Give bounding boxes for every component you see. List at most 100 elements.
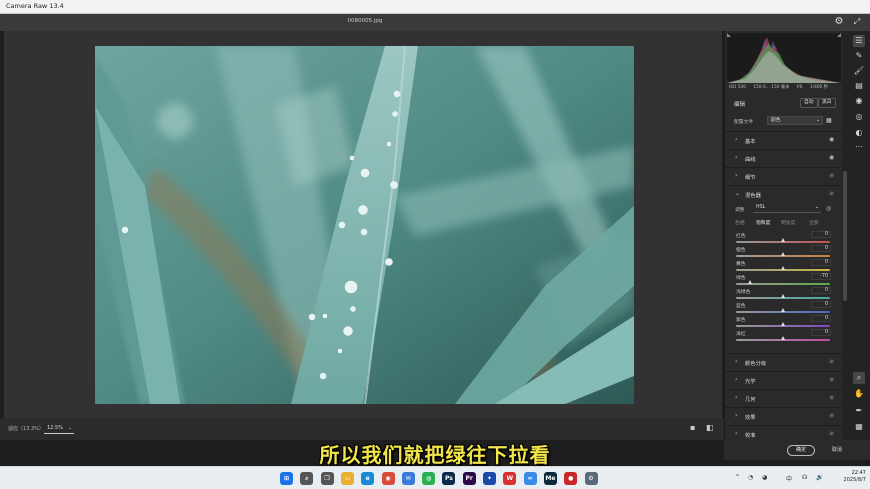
edit-sliders-icon[interactable]: ☰ — [853, 35, 865, 47]
slider-label: 红色 — [736, 234, 746, 239]
slider-value-field[interactable]: 0 — [811, 287, 831, 294]
settings-gear-icon[interactable]: ⚙ — [833, 16, 845, 28]
slider-row[interactable]: 洋红 0 — [725, 329, 843, 344]
black-white-button[interactable]: 黑白 — [818, 98, 836, 108]
section-detail[interactable]: › 细节 ◉ — [725, 167, 841, 183]
taskbar-search-icon[interactable]: ⌕ — [300, 472, 314, 485]
section-color-mixer[interactable]: ⌄ 混色器 ◉ — [725, 185, 841, 201]
slider-row[interactable]: 黄色 0 — [725, 259, 843, 274]
eye-icon[interactable]: ◉ — [829, 430, 834, 437]
auto-button[interactable]: 自动 — [800, 98, 818, 108]
mixer-adjust-select[interactable]: HSL ⌄ — [753, 204, 821, 213]
profile-browser-icon[interactable]: ▦ — [826, 117, 832, 124]
eye-icon[interactable]: ◉ — [829, 358, 834, 365]
taskbar-windows-start-icon[interactable]: ⊞ — [280, 472, 293, 485]
taskbar-mail-icon[interactable]: ✉ — [401, 472, 415, 485]
presets-icon[interactable]: ◐ — [853, 127, 865, 139]
filmstrip-icon[interactable]: ▪ — [690, 424, 698, 432]
slider-thumb[interactable] — [781, 322, 785, 326]
more-icon[interactable]: ⋯ — [853, 141, 865, 153]
slider-value-field[interactable]: 0 — [811, 301, 831, 308]
slider-thumb[interactable] — [781, 294, 785, 298]
slider-value-field[interactable]: 0 — [811, 245, 831, 252]
taskbar-app-cloud-icon[interactable]: ∞ — [523, 472, 537, 485]
zoom-level-select[interactable]: 12.5% ⌄ — [44, 423, 74, 434]
eye-icon[interactable]: ◉ — [829, 394, 834, 401]
slider-value-field[interactable]: 0 — [811, 259, 831, 266]
tab-all[interactable]: 全部 — [809, 219, 819, 226]
section-geometry[interactable]: › 几何 ◉ — [725, 389, 841, 405]
slider-thumb[interactable] — [781, 266, 785, 270]
brush-icon[interactable]: 🖌 — [853, 65, 865, 77]
preview-photo[interactable] — [95, 46, 634, 404]
taskbar-premiere-icon[interactable]: Pr — [462, 472, 476, 485]
slider-row[interactable]: 绿色 -70 — [725, 273, 843, 288]
taskbar-chrome-icon[interactable]: ◉ — [381, 472, 395, 485]
slider-value-field[interactable]: -70 — [811, 273, 831, 280]
taskbar-clock[interactable]: 22:47 2025/8/7 — [836, 470, 866, 484]
slider-row[interactable]: 橙色 0 — [725, 245, 843, 260]
clock-time: 22:47 — [851, 470, 866, 476]
eye-icon[interactable]: ◉ — [829, 376, 834, 383]
tab-saturation[interactable]: 饱和度 — [756, 219, 770, 226]
taskbar-edge-icon[interactable]: e — [361, 472, 375, 485]
gradient-icon[interactable]: ▤ — [853, 80, 865, 92]
volume-icon[interactable]: 🔊 — [816, 474, 823, 481]
zoom-fit-label[interactable]: 适应（13.3%） — [8, 425, 44, 432]
slider-row[interactable]: 浅绿色 0 — [725, 287, 843, 302]
section-color-grading[interactable]: › 颜色分级 ◉ — [725, 353, 841, 369]
taskbar-task-view-icon[interactable]: ❐ — [320, 472, 334, 485]
eye-icon[interactable]: ◉ — [829, 172, 834, 179]
network-icon[interactable]: ☊ — [802, 474, 807, 481]
tray-overflow-icon[interactable]: ^ — [735, 474, 740, 481]
taskbar-recorder-icon[interactable]: ● — [564, 472, 578, 485]
section-optics[interactable]: › 光学 ◉ — [725, 371, 841, 387]
eye-icon[interactable]: ◉ — [829, 190, 834, 197]
input-method-indicator[interactable]: 中 — [786, 474, 792, 483]
section-curve[interactable]: › 曲线 ◉ — [725, 149, 841, 165]
tray-app-icon[interactable]: ◔ — [748, 474, 753, 481]
hand-icon[interactable]: ✋ — [853, 388, 865, 400]
taskbar-settings-icon[interactable]: ⚙ — [584, 472, 598, 485]
tray-app-icon[interactable]: ◕ — [762, 474, 767, 481]
grid-icon[interactable]: ▦ — [853, 421, 865, 433]
camera-raw-window: Camera Raw 13.4 IXI80005.jpg ⚙ ⤢ 适应（13.3… — [0, 0, 870, 489]
slider-thumb[interactable] — [781, 252, 785, 256]
tab-luminance[interactable]: 明亮度 — [781, 219, 795, 226]
taskbar-photoshop-icon[interactable]: Ps — [442, 472, 456, 485]
slider-row[interactable]: 红色 0 — [725, 231, 843, 246]
eye-icon[interactable]: ◉ — [829, 136, 834, 143]
slider-thumb[interactable] — [781, 308, 785, 312]
red-eye-icon[interactable]: ◎ — [853, 111, 865, 123]
taskbar-app-blue-icon[interactable]: ✦ — [483, 472, 496, 485]
slider-thumb[interactable] — [748, 280, 753, 284]
fullscreen-icon[interactable]: ⤢ — [851, 16, 863, 28]
profile-select[interactable]: 颜色 ⌄ — [767, 116, 823, 125]
eye-icon[interactable]: ◉ — [829, 154, 834, 161]
histogram-graph — [727, 33, 841, 83]
radial-filter-icon[interactable]: ◉ — [853, 95, 865, 107]
tab-hue[interactable]: 色相 — [735, 219, 745, 226]
healing-brush-icon[interactable]: ✎ — [853, 50, 865, 62]
slider-value-field[interactable]: 0 — [811, 315, 831, 322]
slider-thumb[interactable] — [781, 238, 785, 242]
section-basic[interactable]: › 基本 ◉ — [725, 131, 841, 147]
slider-row[interactable]: 紫色 0 — [725, 315, 843, 330]
section-calibration[interactable]: › 校准 ◉ — [725, 425, 841, 441]
window-title: Camera Raw 13.4 — [6, 2, 64, 10]
zoom-icon[interactable]: ⌕ — [853, 372, 865, 384]
color-sampler-icon[interactable]: ✒ — [853, 405, 865, 417]
before-after-icon[interactable]: ◧ — [706, 424, 714, 432]
slider-value-field[interactable]: 0 — [811, 231, 831, 238]
taskbar-wechat-icon[interactable]: ◍ — [422, 472, 436, 485]
taskbar-file-explorer-icon[interactable]: ▭ — [340, 472, 354, 485]
slider-value-field[interactable]: 0 — [811, 329, 831, 336]
slider-thumb[interactable] — [781, 336, 785, 340]
scrollbar-thumb[interactable] — [843, 171, 847, 301]
section-effects[interactable]: › 效果 ◉ — [725, 407, 841, 423]
slider-row[interactable]: 蓝色 0 — [725, 301, 843, 316]
eye-icon[interactable]: ◉ — [829, 412, 834, 419]
target-adjust-icon[interactable]: ◎ — [826, 205, 831, 212]
taskbar-media-encoder-icon[interactable]: Me — [543, 472, 557, 485]
taskbar-app-wps-icon[interactable]: W — [503, 472, 517, 485]
